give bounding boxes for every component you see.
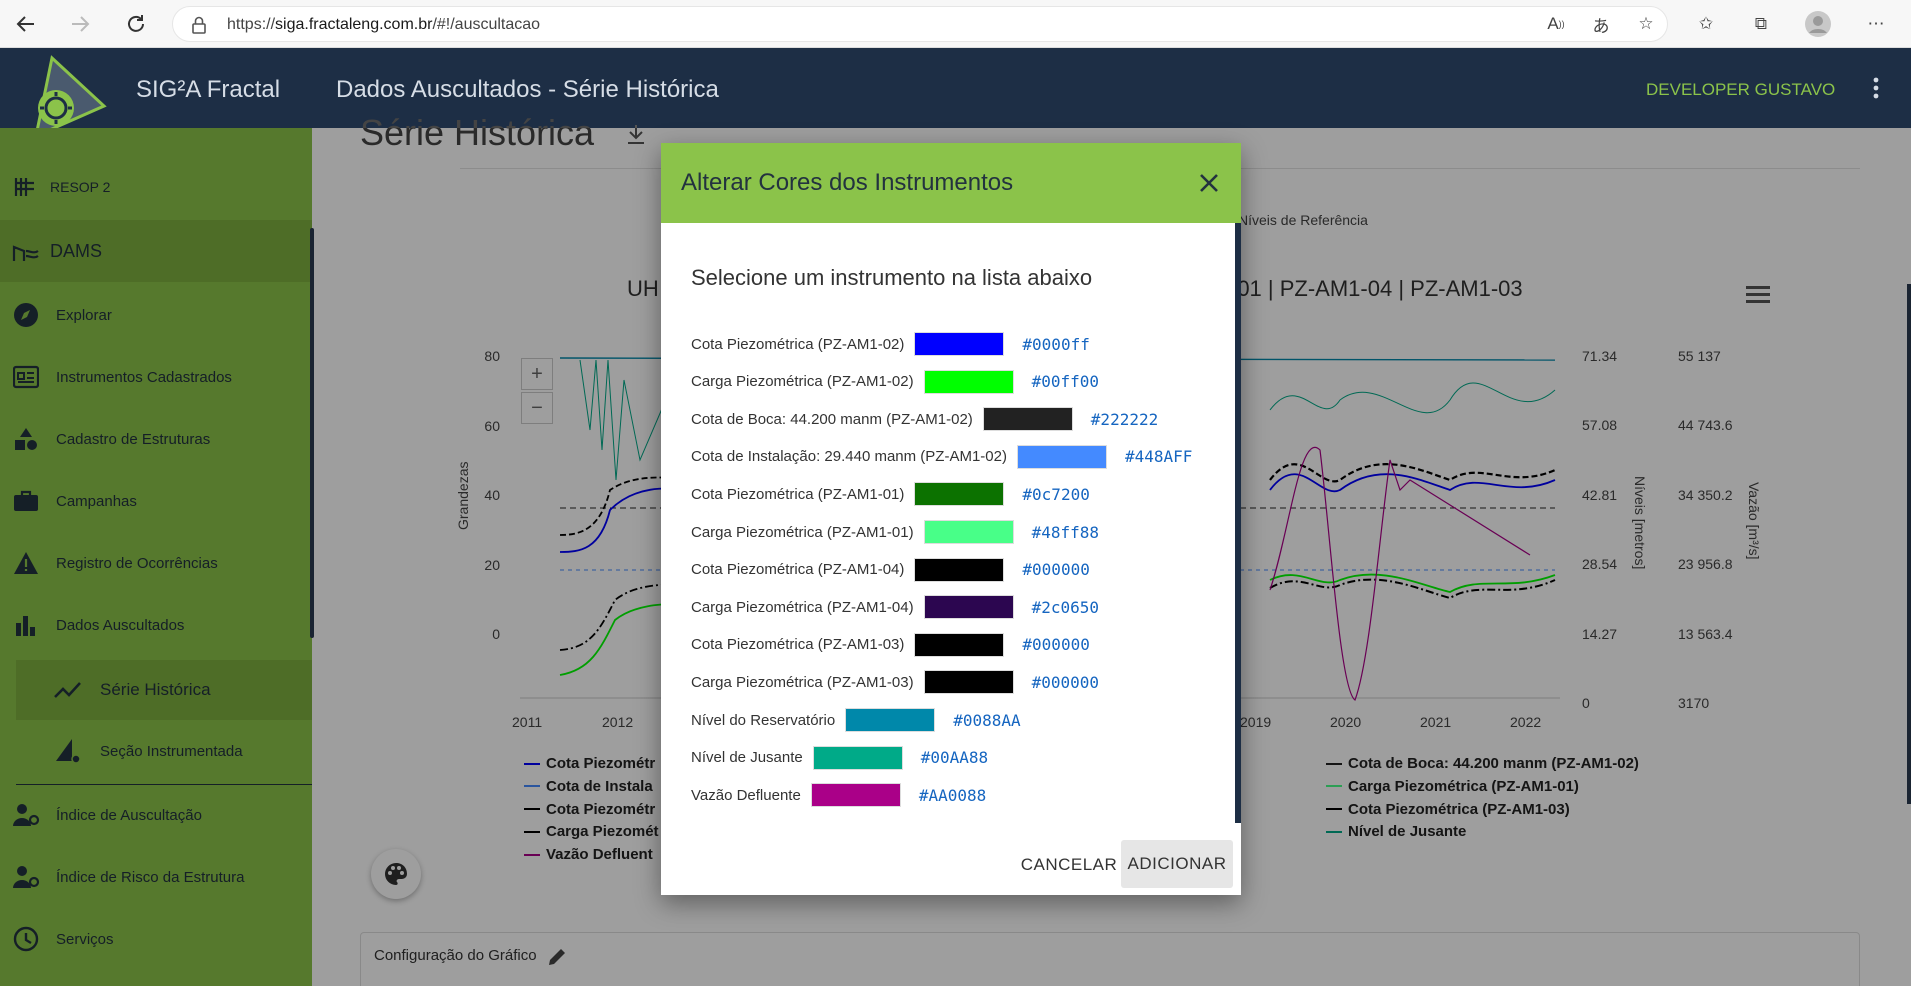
color-swatch[interactable] (914, 557, 1005, 582)
instrument-label: Carga Piezométrica (PZ-AM1-03) (691, 673, 914, 691)
close-icon[interactable] (1191, 165, 1227, 201)
color-swatch[interactable] (1016, 444, 1107, 469)
forward-icon[interactable] (64, 8, 96, 40)
dialog-title: Alterar Cores dos Instrumentos (681, 169, 1014, 196)
color-swatch[interactable] (923, 369, 1014, 394)
color-hex-value[interactable]: #000000 (1022, 560, 1089, 579)
instrument-color-row[interactable]: Carga Piezométrica (PZ-AM1-01) #48ff88 (691, 517, 1099, 547)
instrument-label: Nível do Reservatório (691, 711, 836, 729)
instrument-color-row[interactable]: Cota Piezométrica (PZ-AM1-04) #000000 (691, 555, 1090, 585)
color-swatch[interactable] (914, 482, 1005, 507)
color-swatch[interactable] (923, 670, 1014, 695)
color-swatch[interactable] (923, 595, 1014, 620)
instrument-color-row[interactable]: Cota Piezométrica (PZ-AM1-01) #0c7200 (691, 479, 1090, 509)
color-swatch[interactable] (810, 783, 901, 808)
browser-toolbar: https://siga.fractaleng.com.br/#!/auscul… (0, 0, 1911, 48)
dialog-scrollbar[interactable] (1235, 223, 1241, 823)
color-hex-value[interactable]: #000000 (1032, 673, 1099, 692)
lock-icon (191, 16, 207, 39)
color-hex-value[interactable]: #2c0650 (1032, 598, 1099, 617)
instrument-color-row[interactable]: Cota de Boca: 44.200 manm (PZ-AM1-02) #22… (691, 404, 1158, 434)
instrument-color-row[interactable]: Cota Piezométrica (PZ-AM1-02) #0000ff (691, 329, 1090, 359)
color-hex-value[interactable]: #0088AA (953, 711, 1020, 730)
collections-icon[interactable]: ⧉ (1747, 10, 1775, 38)
instrument-label: Carga Piezométrica (PZ-AM1-01) (691, 523, 914, 541)
color-hex-value[interactable]: #000000 (1022, 635, 1089, 654)
instrument-label: Nível de Jusante (691, 749, 803, 767)
read-aloud-icon[interactable]: A)) (1542, 10, 1570, 38)
instrument-label: Vazão Defluente (691, 786, 801, 804)
cancel-button[interactable]: CANCELAR (1001, 843, 1137, 887)
instrument-label: Cota Piezométrica (PZ-AM1-03) (691, 636, 905, 654)
url-text: https://siga.fractaleng.com.br/#!/auscul… (227, 16, 541, 33)
color-hex-value[interactable]: #0000ff (1022, 335, 1089, 354)
translate-icon[interactable]: あ (1587, 10, 1615, 38)
instrument-label: Cota de Boca: 44.200 manm (PZ-AM1-02) (691, 410, 973, 428)
dialog-header: Alterar Cores dos Instrumentos (661, 143, 1241, 223)
color-swatch[interactable] (923, 520, 1014, 544)
color-hex-value[interactable]: #00AA88 (921, 748, 988, 767)
color-dialog: Alterar Cores dos Instrumentos Selecione… (661, 143, 1241, 895)
instrument-color-row[interactable]: Vazão Defluente #AA0088 (691, 780, 986, 810)
dialog-subtitle: Selecione um instrumento na lista abaixo (691, 265, 1093, 290)
color-hex-value[interactable]: #448AFF (1125, 447, 1192, 466)
color-swatch[interactable] (982, 407, 1073, 432)
color-hex-value[interactable]: #0c7200 (1022, 485, 1089, 504)
instrument-color-row[interactable]: Cota Piezométrica (PZ-AM1-03) #000000 (691, 630, 1090, 660)
instrument-color-row[interactable]: Carga Piezométrica (PZ-AM1-02) #00ff00 (691, 367, 1099, 397)
more-vert-icon[interactable] (1864, 72, 1888, 104)
instrument-label: Cota Piezométrica (PZ-AM1-02) (691, 335, 905, 353)
app-header: SIG²A Fractal Dados Auscultados - Série … (0, 48, 1911, 139)
user-name[interactable]: DEVELOPER GUSTAVO (1646, 80, 1835, 100)
back-icon[interactable] (10, 8, 42, 40)
favorite-add-icon[interactable]: ☆ (1632, 10, 1660, 38)
color-swatch[interactable] (845, 708, 936, 732)
address-bar[interactable]: https://siga.fractaleng.com.br/#!/auscul… (172, 6, 1668, 42)
instrument-color-row[interactable]: Nível do Reservatório #0088AA (691, 705, 1021, 735)
profile-avatar[interactable] (1804, 10, 1832, 38)
page-heading: Dados Auscultados - Série Histórica (336, 76, 719, 103)
app-name: SIG²A Fractal (136, 76, 281, 103)
instrument-label: Carga Piezométrica (PZ-AM1-02) (691, 373, 914, 391)
color-hex-value[interactable]: #AA0088 (919, 786, 986, 805)
instrument-color-row[interactable]: Carga Piezométrica (PZ-AM1-03) #000000 (691, 667, 1099, 697)
instrument-color-row[interactable]: Nível de Jusante #00AA88 (691, 743, 988, 773)
color-hex-value[interactable]: #48ff88 (1032, 523, 1099, 542)
instrument-label: Cota Piezométrica (PZ-AM1-04) (691, 561, 905, 579)
instrument-label: Cota Piezométrica (PZ-AM1-01) (691, 485, 905, 503)
instrument-color-row[interactable]: Carga Piezométrica (PZ-AM1-04) #2c0650 (691, 592, 1099, 622)
add-button[interactable]: ADICIONAR (1121, 840, 1233, 888)
color-hex-value[interactable]: #00ff00 (1032, 372, 1099, 391)
instrument-label: Carga Piezométrica (PZ-AM1-04) (691, 598, 914, 616)
browser-menu-icon[interactable]: ⋯ (1862, 10, 1890, 38)
color-swatch[interactable] (914, 632, 1005, 657)
color-swatch[interactable] (812, 745, 903, 770)
instrument-color-row[interactable]: Cota de Instalação: 29.440 manm (PZ-AM1-… (691, 442, 1192, 472)
favorites-icon[interactable]: ✩ (1692, 10, 1720, 38)
instrument-label: Cota de Instalação: 29.440 manm (PZ-AM1-… (691, 448, 1007, 466)
refresh-icon[interactable] (120, 8, 152, 40)
color-swatch[interactable] (914, 332, 1005, 356)
color-hex-value[interactable]: #222222 (1091, 410, 1158, 429)
